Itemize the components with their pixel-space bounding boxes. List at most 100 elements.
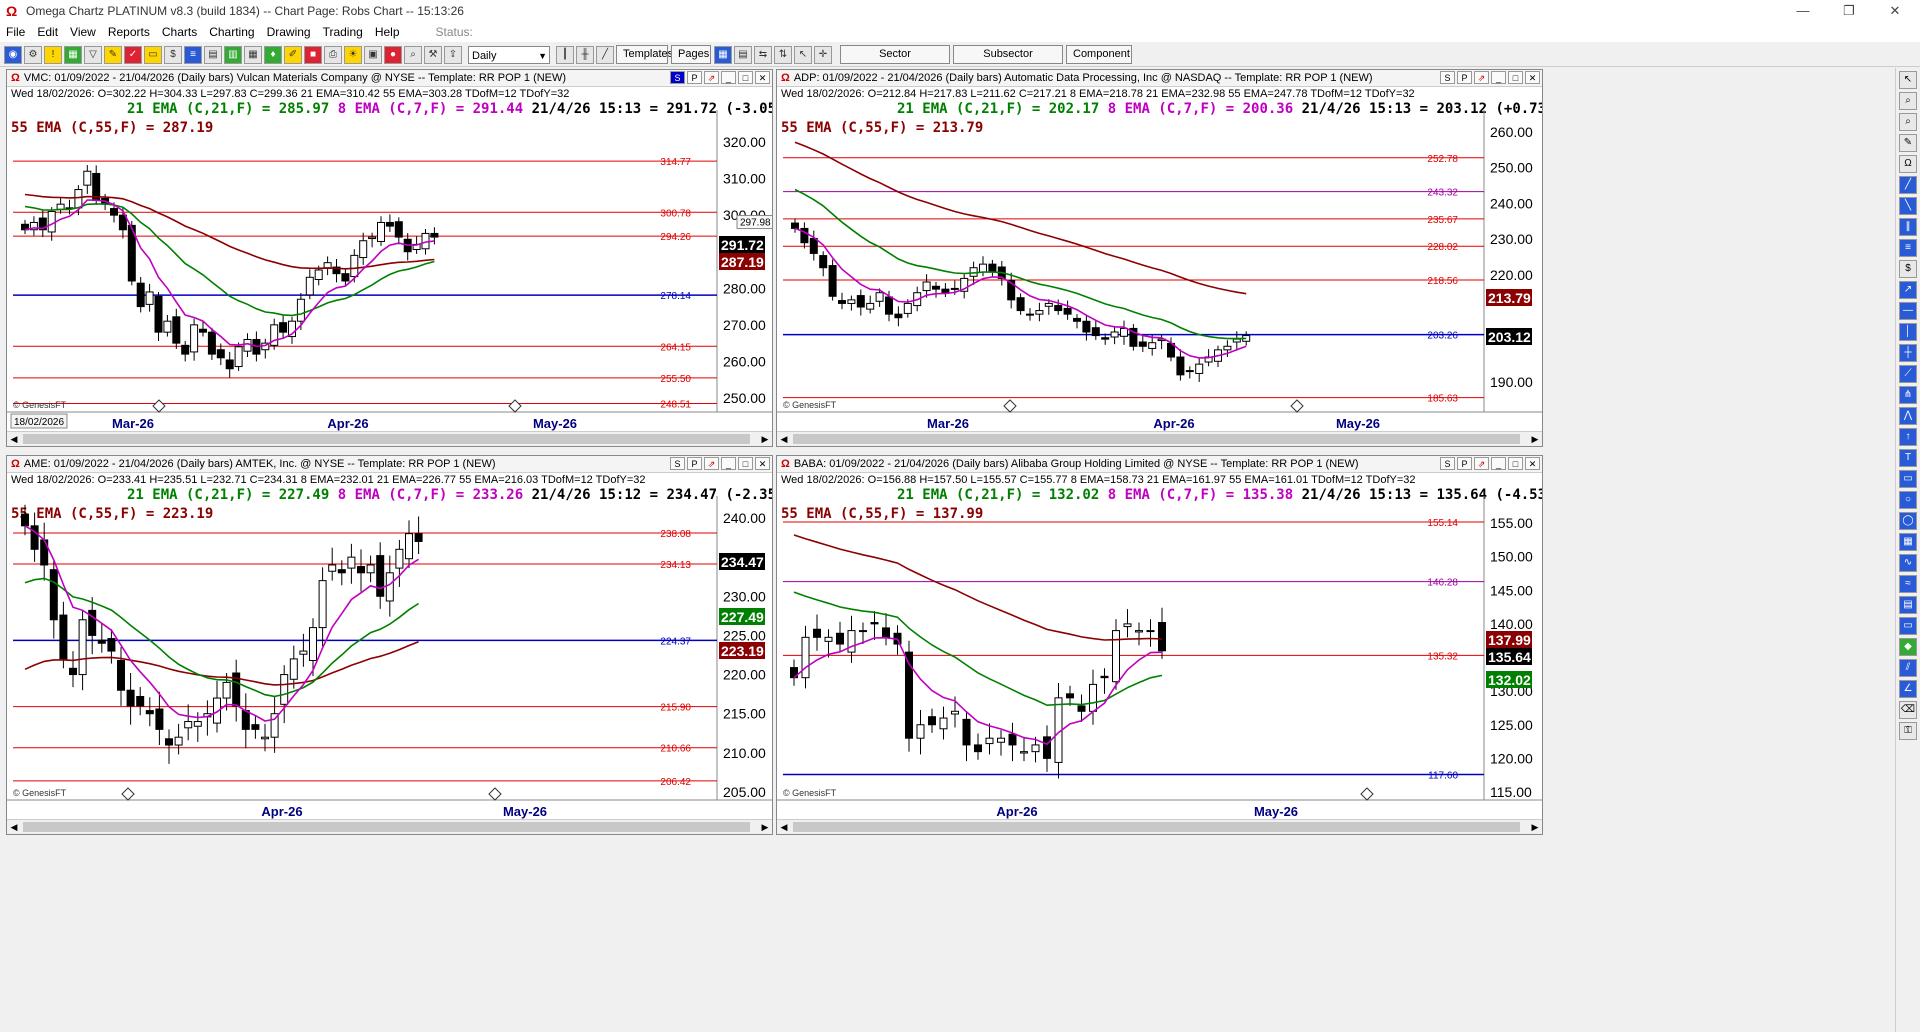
gann-icon[interactable]: ⟋ <box>1899 365 1917 383</box>
compare-icon[interactable]: ⇅ <box>774 45 792 64</box>
trendline-icon[interactable]: ╱ <box>1899 176 1917 194</box>
signal-icon[interactable]: ✓ <box>124 45 142 64</box>
scroll-thumb[interactable] <box>793 822 1520 832</box>
print-icon[interactable]: ⎙ <box>324 45 342 64</box>
scroll-left-icon[interactable]: ◀ <box>777 820 791 834</box>
event-marker-icon[interactable] <box>1003 399 1017 413</box>
print-button[interactable]: P <box>687 457 702 470</box>
menu-trading[interactable]: Trading <box>317 25 369 39</box>
event-marker-icon[interactable] <box>1290 399 1304 413</box>
period-select[interactable]: Daily <box>468 45 550 65</box>
templates-button[interactable]: Templates <box>616 45 673 64</box>
restore-button[interactable]: ❐ <box>1826 0 1872 22</box>
grid-icon[interactable]: ▤ <box>204 45 222 64</box>
popout-button[interactable]: ⇗ <box>1474 71 1489 84</box>
menu-edit[interactable]: Edit <box>31 25 64 39</box>
print-button[interactable]: P <box>687 71 702 84</box>
close-button[interactable]: ✕ <box>1872 0 1918 22</box>
menu-drawing[interactable]: Drawing <box>261 25 317 39</box>
lock-icon[interactable]: ⚿ <box>1899 722 1917 740</box>
record-icon[interactable]: ● <box>384 45 402 64</box>
eraser-icon[interactable]: ⌫ <box>1899 701 1917 719</box>
trade-icon[interactable]: ♦ <box>264 45 282 64</box>
cycle-icon[interactable]: ∿ <box>1899 554 1917 572</box>
sync-button[interactable]: S <box>670 71 685 84</box>
zoom-out-icon[interactable]: ⌕ <box>1899 113 1917 131</box>
fib-icon[interactable]: ≡ <box>1899 239 1917 257</box>
chart-panel-baba[interactable]: Ω BABA: 01/09/2022 - 21/04/2026 (Daily ba… <box>776 455 1543 835</box>
table-icon[interactable]: ▦ <box>244 45 262 64</box>
folder-icon[interactable]: ▭ <box>144 45 162 64</box>
ray-icon[interactable]: ╲ <box>1899 197 1917 215</box>
tools-icon[interactable]: ⚒ <box>424 45 442 64</box>
close-panel-button[interactable]: ✕ <box>1525 71 1540 84</box>
vline-icon[interactable]: │ <box>1899 323 1917 341</box>
menu-reports[interactable]: Reports <box>102 25 156 39</box>
close-panel-button[interactable]: ✕ <box>1525 457 1540 470</box>
angle-icon[interactable]: ∠ <box>1899 680 1917 698</box>
popout-button[interactable]: ⇗ <box>1474 457 1489 470</box>
price-chart[interactable]: 155.14 146.28 135.32 117.60 155.00 150.00 145.… <box>777 472 1542 822</box>
line-icon[interactable]: ╱ <box>596 45 614 64</box>
sector-button[interactable]: Sector <box>840 45 950 64</box>
pitchfork-icon[interactable]: ⋔ <box>1899 386 1917 404</box>
magnify-icon[interactable]: ⌕ <box>1899 92 1917 110</box>
arrow-icon[interactable]: ↗ <box>1899 281 1917 299</box>
filter-icon[interactable]: ▽ <box>84 45 102 64</box>
speed-line-icon[interactable]: ⫽ <box>1899 659 1917 677</box>
open-chart-icon[interactable]: ◉ <box>4 45 22 64</box>
menu-help[interactable]: Help <box>369 25 406 39</box>
close-panel-button[interactable]: ✕ <box>755 457 770 470</box>
fan-icon[interactable]: ⋀ <box>1899 407 1917 425</box>
sync-button[interactable]: S <box>670 457 685 470</box>
bulb-icon[interactable]: ☀ <box>344 45 362 64</box>
sync-button[interactable]: S <box>1440 457 1455 470</box>
table-tool-icon[interactable]: ▤ <box>1899 596 1917 614</box>
pointer-icon[interactable]: ↖ <box>794 45 812 64</box>
subsector-button[interactable]: Subsector <box>953 45 1063 64</box>
circle-icon[interactable]: ○ <box>1899 491 1917 509</box>
sync-icon[interactable]: ⇆ <box>754 45 772 64</box>
cross-line-icon[interactable]: ┼ <box>1899 344 1917 362</box>
chart-icon[interactable]: ▥ <box>224 45 242 64</box>
hline-icon[interactable]: — <box>1899 302 1917 320</box>
event-marker-icon[interactable] <box>121 787 135 801</box>
scroll-right-icon[interactable]: ▶ <box>758 432 772 446</box>
tile-icon[interactable]: ▤ <box>734 45 752 64</box>
wave-icon[interactable]: ≈ <box>1899 575 1917 593</box>
scroll-right-icon[interactable]: ▶ <box>1528 820 1542 834</box>
minimize-panel-button[interactable]: _ <box>721 71 736 84</box>
pages-button[interactable]: Pages <box>671 45 711 64</box>
export-icon[interactable]: ⇪ <box>444 45 462 64</box>
event-marker-icon[interactable] <box>1360 787 1374 801</box>
scroll-right-icon[interactable]: ▶ <box>1528 432 1542 446</box>
close-panel-button[interactable]: ✕ <box>755 71 770 84</box>
channel-icon[interactable]: ∥ <box>1899 218 1917 236</box>
sync-button[interactable]: S <box>1440 71 1455 84</box>
calendar-icon[interactable]: ▣ <box>364 45 382 64</box>
pen-icon[interactable]: ✎ <box>1899 134 1917 152</box>
scroll-thumb[interactable] <box>793 434 1520 444</box>
rect-icon[interactable]: ▭ <box>1899 470 1917 488</box>
ruler-icon[interactable]: ▭ <box>1899 617 1917 635</box>
report-icon[interactable]: ✎ <box>104 45 122 64</box>
print-button[interactable]: P <box>1457 71 1472 84</box>
menu-view[interactable]: View <box>64 25 102 39</box>
price-chart[interactable]: 252.78 243.32 235.67 228.02 218.56 203.26 185.… <box>777 86 1542 434</box>
marker-icon[interactable]: ◆ <box>1899 638 1917 656</box>
popout-button[interactable]: ⇗ <box>704 71 719 84</box>
settings-icon[interactable]: ⚙ <box>24 45 42 64</box>
scroll-thumb[interactable] <box>23 434 750 444</box>
maximize-panel-button[interactable]: □ <box>738 457 753 470</box>
menu-charts[interactable]: Charts <box>156 25 203 39</box>
candle-icon[interactable]: ┃ <box>556 45 574 64</box>
chart-scrollbar[interactable]: ◀ ▶ <box>7 431 772 446</box>
print-button[interactable]: P <box>1457 457 1472 470</box>
component-button[interactable]: Component <box>1066 45 1132 64</box>
scroll-left-icon[interactable]: ◀ <box>777 432 791 446</box>
chart-panel-ame[interactable]: Ω AME: 01/09/2022 - 21/04/2026 (Daily bar… <box>6 455 773 835</box>
minimize-panel-button[interactable]: _ <box>1491 71 1506 84</box>
chart-panel-vmc[interactable]: Ω VMC: 01/09/2022 - 21/04/2026 (Daily bar… <box>6 69 773 447</box>
grid-tool-icon[interactable]: ▦ <box>1899 533 1917 551</box>
menu-file[interactable]: File <box>0 25 31 39</box>
